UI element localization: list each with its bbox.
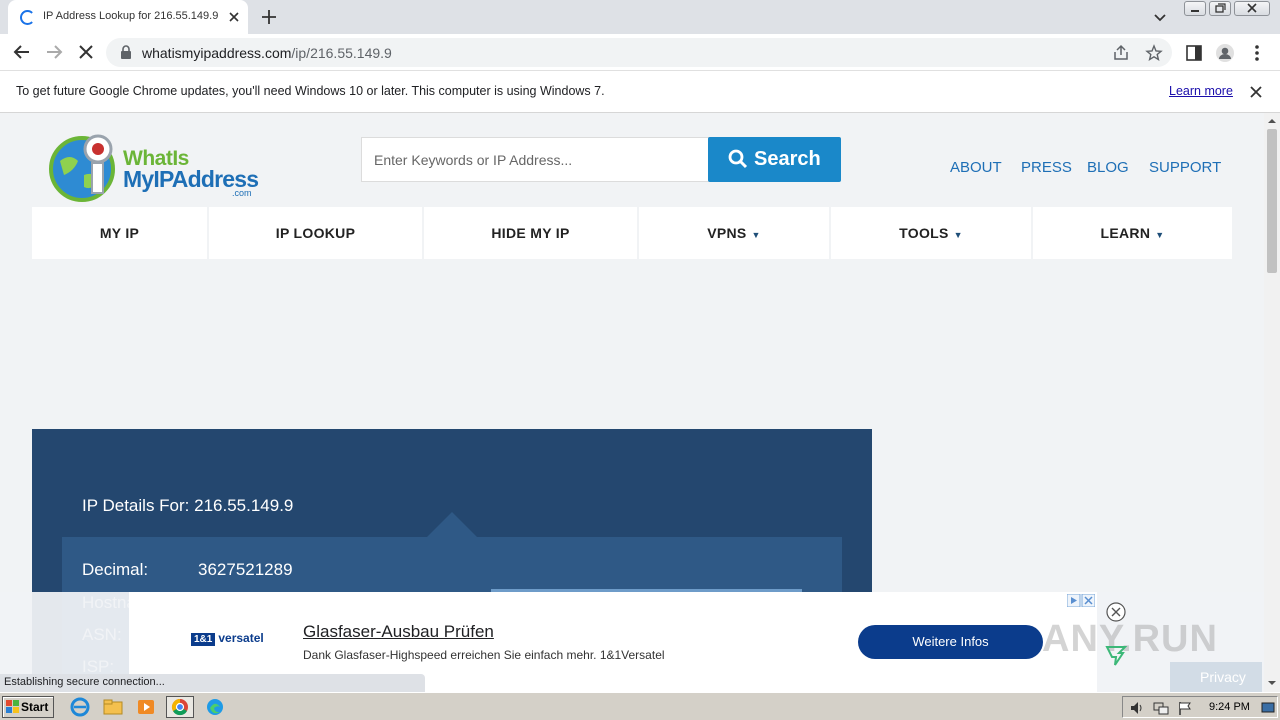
dropdown-caret-icon: ▼ [953, 230, 963, 240]
nav-tools[interactable]: TOOLS ▼ [831, 207, 1031, 259]
globe-logo-icon [49, 134, 115, 202]
ad-brand-name: versatel [218, 631, 264, 645]
windows-taskbar: Start 9:24 PM [0, 692, 1280, 720]
ad-title[interactable]: Glasfaser-Ausbau Prüfen [303, 622, 494, 642]
stop-loading-icon[interactable] [76, 42, 96, 62]
side-panel-icon[interactable] [1184, 43, 1204, 63]
nav-hide-my-ip[interactable]: HIDE MY IP [424, 207, 637, 259]
network-icon[interactable] [1153, 700, 1169, 716]
press-link[interactable]: PRESS [1021, 159, 1072, 176]
ip-details-heading: IP Details For: 216.55.149.9 [82, 496, 294, 515]
bookmark-star-icon[interactable] [1145, 44, 1163, 62]
tab-title: IP Address Lookup for 216.55.149.9 [43, 10, 219, 22]
windows-flag-icon [6, 700, 19, 713]
search-button-label: Search [754, 148, 821, 170]
nav-label: TOOLS [899, 225, 949, 241]
internet-explorer-icon[interactable] [68, 696, 92, 718]
main-navigation: MY IP IP LOOKUP HIDE MY IP VPNS ▼ TOOLS ▼ … [32, 207, 1232, 259]
close-window-button[interactable] [1234, 1, 1270, 16]
about-link[interactable]: ABOUT [950, 159, 1002, 176]
new-tab-icon[interactable] [260, 8, 278, 26]
nav-my-ip[interactable]: MY IP [32, 207, 207, 259]
file-explorer-icon[interactable] [101, 696, 125, 718]
browser-tab[interactable]: IP Address Lookup for 216.55.149.9 [8, 0, 248, 34]
clock[interactable]: 9:24 PM [1209, 701, 1250, 713]
update-infobar: To get future Google Chrome updates, you… [0, 71, 1280, 113]
start-button[interactable]: Start [2, 696, 54, 718]
scroll-up-icon[interactable] [1268, 117, 1276, 125]
infobar-close-icon[interactable] [1248, 84, 1264, 100]
ad-brand-logo: 1&1 versatel [191, 631, 264, 646]
ad-cta-button[interactable]: Weitere Infos [858, 625, 1043, 659]
ad-text: Dank Glasfaser-Highspeed erreichen Sie e… [303, 648, 665, 662]
close-icon [1247, 3, 1257, 13]
url-text: whatismyipaddress.com/ip/216.55.149.9 [142, 45, 392, 61]
nav-label: HIDE MY IP [491, 225, 570, 241]
site-logo[interactable]: WhatIs MyIPAddress .com [46, 131, 259, 203]
forward-arrow-icon[interactable] [44, 42, 64, 62]
chrome-icon [171, 698, 188, 716]
action-center-flag-icon[interactable] [1177, 700, 1193, 716]
restore-icon [1215, 3, 1226, 13]
adchoices-icon[interactable] [1067, 594, 1095, 607]
browser-toolbar: whatismyipaddress.com/ip/216.55.149.9 [0, 34, 1280, 71]
logo-suffix: .com [232, 188, 252, 198]
scrollbar-thumb[interactable] [1267, 129, 1277, 273]
chevron-down-icon[interactable] [1152, 9, 1168, 25]
scroll-down-icon[interactable] [1268, 679, 1276, 687]
ad-brand-mark: 1&1 [191, 633, 216, 646]
edge-icon[interactable] [203, 696, 227, 718]
infobar-message: To get future Google Chrome updates, you… [16, 84, 605, 98]
address-bar[interactable]: whatismyipaddress.com/ip/216.55.149.9 [106, 38, 1172, 67]
media-player-icon[interactable] [134, 696, 158, 718]
search-button[interactable]: Search [708, 137, 841, 182]
tab-strip: IP Address Lookup for 216.55.149.9 [0, 0, 1280, 34]
search-icon [728, 149, 748, 169]
nav-label: LEARN [1100, 225, 1151, 241]
minimize-button[interactable] [1184, 1, 1206, 16]
status-bubble: Establishing secure connection... [0, 674, 425, 692]
minimize-icon [1191, 10, 1199, 12]
show-desktop-icon[interactable] [1261, 701, 1275, 715]
detail-value: 3627521289 [198, 560, 293, 579]
nav-label: IP LOOKUP [275, 225, 356, 241]
lock-icon[interactable] [120, 45, 132, 59]
chrome-taskbar-button[interactable] [166, 696, 194, 718]
nav-label: MY IP [99, 225, 140, 241]
nav-learn[interactable]: LEARN ▼ [1033, 207, 1232, 259]
system-tray: 9:24 PM [1122, 696, 1278, 718]
nav-vpns[interactable]: VPNS ▼ [639, 207, 829, 259]
share-icon[interactable] [1112, 44, 1130, 62]
more-menu-icon[interactable] [1247, 43, 1267, 63]
url-path: /ip/216.55.149.9 [291, 45, 392, 61]
privacy-button[interactable]: Privacy [1170, 662, 1262, 692]
blog-link[interactable]: BLOG [1087, 159, 1129, 176]
detail-row-decimal: Decimal: 3627521289 [82, 560, 293, 580]
profile-avatar-icon[interactable] [1215, 43, 1235, 63]
panel-notch [427, 512, 477, 537]
dropdown-caret-icon: ▼ [751, 230, 761, 240]
start-label: Start [21, 700, 49, 714]
search-input[interactable] [362, 138, 708, 181]
back-arrow-icon[interactable] [12, 42, 32, 62]
anyrun-watermark: ANY.RUN [1042, 618, 1218, 660]
url-host: whatismyipaddress.com [142, 45, 292, 61]
volume-icon[interactable] [1129, 700, 1145, 716]
tab-close-icon[interactable] [226, 9, 242, 25]
detail-key: Decimal: [82, 560, 149, 579]
restore-button[interactable] [1209, 1, 1231, 16]
ad-close-icon[interactable] [1106, 602, 1126, 622]
loading-spinner-icon [20, 10, 35, 25]
learn-more-link[interactable]: Learn more [1169, 84, 1233, 98]
page-scrollbar[interactable] [1264, 113, 1280, 692]
dropdown-caret-icon: ▼ [1155, 230, 1165, 240]
nav-ip-lookup[interactable]: IP LOOKUP [209, 207, 422, 259]
nav-label: VPNS [707, 225, 747, 241]
search-field [361, 137, 709, 182]
support-link[interactable]: SUPPORT [1149, 159, 1221, 176]
ad-feedback-icon[interactable] [1104, 644, 1128, 668]
